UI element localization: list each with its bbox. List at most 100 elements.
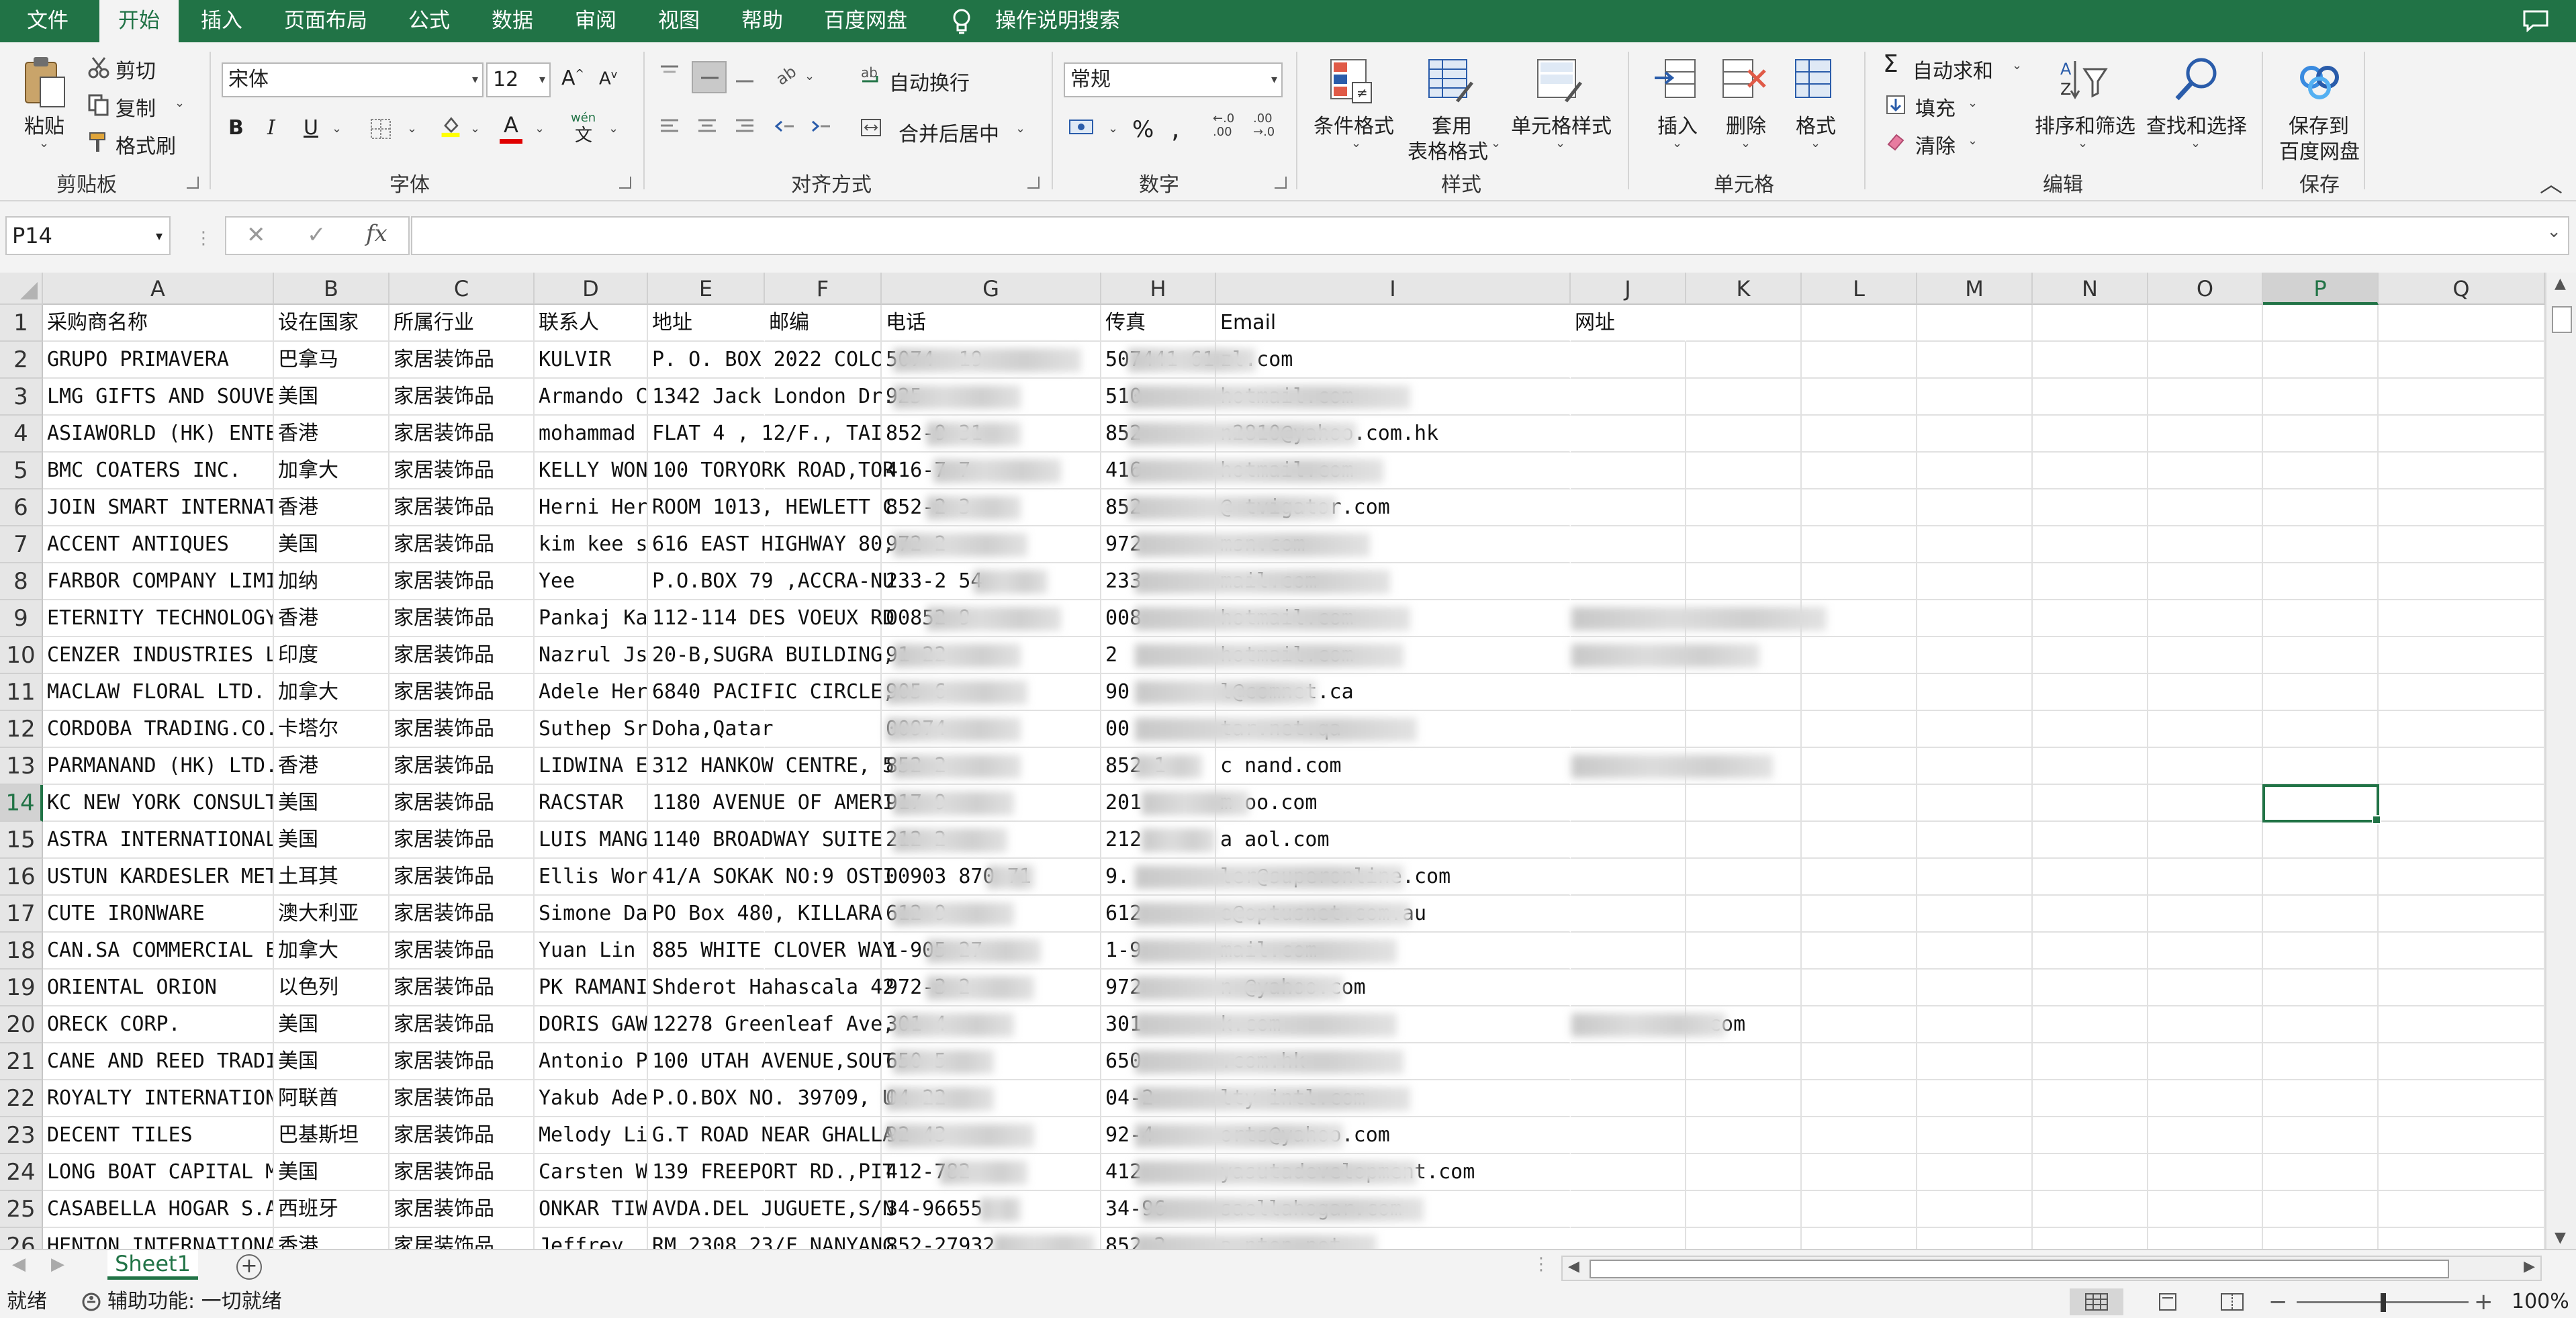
row-header[interactable]: 9 [0, 600, 43, 637]
empty-cell[interactable] [1686, 1228, 1802, 1249]
table-cell[interactable]: 家居装饰品 [389, 674, 535, 711]
align-bottom-icon[interactable] [733, 62, 756, 85]
table-cell[interactable]: 家居装饰品 [389, 416, 535, 453]
table-cell[interactable]: Shderot Hahascala 42 [648, 970, 894, 1006]
cut-button[interactable]: 剪切 [116, 54, 156, 84]
table-cell[interactable]: ACCENT ANTIQUES [43, 526, 274, 563]
table-cell[interactable]: Yuan Lin [535, 933, 648, 970]
autosum-dropdown[interactable]: ⌄ [2012, 58, 2022, 73]
table-cell[interactable]: 加拿大 [274, 933, 389, 970]
empty-cell[interactable] [1802, 1191, 1917, 1228]
table-cell[interactable]: 家居装饰品 [389, 1191, 535, 1228]
worksheet-grid[interactable]: A B C D E F G H I J K L M N O P Q 1 采购商名称 设在国家 所属行业 联系人 地址 邮编 电话… [0, 273, 2545, 1249]
percent-icon[interactable]: % [1132, 116, 1154, 143]
empty-cell[interactable] [2033, 970, 2148, 1006]
table-cell[interactable]: 印度 [274, 637, 389, 674]
row-header[interactable]: 6 [0, 489, 43, 526]
empty-cell[interactable] [1686, 416, 1802, 453]
tab-file[interactable]: 文件 [26, 0, 70, 42]
insert-cells-dropdown[interactable]: ⌄ [1672, 136, 1682, 150]
decrease-decimal-icon[interactable]: .00 →.0 [1253, 112, 1275, 139]
row-header[interactable]: 11 [0, 674, 43, 711]
tab-view[interactable]: 视图 [655, 0, 702, 42]
empty-cell[interactable] [1917, 600, 2033, 637]
empty-cell[interactable] [2263, 822, 2379, 859]
table-cell[interactable]: 139 FREEPORT RD.,PIT [648, 1154, 894, 1191]
empty-cell[interactable] [2263, 342, 2379, 379]
column-title-cell[interactable] [1686, 305, 1802, 342]
table-cell[interactable]: 家居装饰品 [389, 600, 535, 637]
column-header[interactable]: B [274, 273, 389, 305]
empty-cell[interactable] [2148, 896, 2263, 933]
column-header[interactable]: M [1917, 273, 2033, 305]
format-cells-icon[interactable] [1789, 56, 1837, 105]
table-cell[interactable]: 美国 [274, 1043, 389, 1080]
table-cell[interactable]: 6840 PACIFIC CIRCLE, [648, 674, 894, 711]
table-cell[interactable]: FARBOR COMPANY LIMIT [43, 563, 274, 600]
row-header[interactable]: 10 [0, 637, 43, 674]
align-center-icon[interactable] [696, 115, 719, 138]
empty-cell[interactable] [2148, 1006, 2263, 1043]
empty-cell[interactable] [2379, 1043, 2545, 1080]
empty-cell[interactable] [1802, 453, 1917, 489]
table-cell[interactable]: MACLAW FLORAL LTD. [43, 674, 274, 711]
empty-cell[interactable] [2263, 711, 2379, 748]
empty-cell[interactable] [1571, 674, 1686, 711]
fill-button[interactable]: 填充 [1915, 92, 1956, 122]
fill-color-dropdown[interactable]: ⌄ [470, 122, 480, 136]
empty-cell[interactable] [2148, 489, 2263, 526]
prev-sheet-icon[interactable]: ◀ [12, 1254, 26, 1274]
tab-page-layout[interactable]: 页面布局 [282, 0, 369, 42]
zoom-in-icon[interactable]: + [2474, 1286, 2493, 1318]
table-cell[interactable]: 1140 BROADWAY SUITE [648, 822, 882, 859]
normal-view-button[interactable] [2070, 1288, 2123, 1315]
empty-cell[interactable] [2379, 1117, 2545, 1154]
empty-cell[interactable] [1917, 933, 2033, 970]
table-cell[interactable]: 家居装饰品 [389, 970, 535, 1006]
empty-cell[interactable] [1686, 1043, 1802, 1080]
table-cell[interactable]: 家居装饰品 [389, 453, 535, 489]
empty-cell[interactable] [2033, 933, 2148, 970]
column-header[interactable]: N [2033, 273, 2148, 305]
empty-cell[interactable] [2379, 600, 2545, 637]
sort-filter-dropdown[interactable]: ⌄ [2078, 136, 2088, 150]
empty-cell[interactable] [1571, 526, 1686, 563]
table-cell[interactable]: m oo.com [1216, 785, 1571, 822]
font-launcher-icon[interactable] [619, 177, 631, 189]
merge-dropdown[interactable]: ⌄ [1015, 122, 1025, 136]
empty-cell[interactable] [2033, 600, 2148, 637]
empty-cell[interactable] [1917, 453, 2033, 489]
empty-cell[interactable] [1571, 563, 1686, 600]
table-cell[interactable]: Carsten W [535, 1154, 648, 1191]
tab-formulas[interactable]: 公式 [406, 0, 453, 42]
table-cell[interactable]: 112-114 DES VOEUX RD [648, 600, 894, 637]
autosum-icon[interactable]: Σ [1883, 50, 1898, 78]
empty-cell[interactable] [2263, 637, 2379, 674]
accessibility-icon[interactable] [79, 1291, 103, 1313]
table-cell[interactable]: 家居装饰品 [389, 1080, 535, 1117]
copy-icon[interactable] [87, 93, 110, 116]
column-title-cell[interactable] [1802, 305, 1917, 342]
table-cell[interactable]: RM 2308 23/F NANYANG [648, 1228, 894, 1249]
empty-cell[interactable] [2148, 1117, 2263, 1154]
table-cell[interactable]: 100 UTAH AVENUE,SOUT [648, 1043, 894, 1080]
empty-cell[interactable] [1802, 711, 1917, 748]
empty-cell[interactable] [2033, 1006, 2148, 1043]
table-cell[interactable]: AVDA.DEL JUGUETE,S/N [648, 1191, 894, 1228]
column-title-cell[interactable] [2263, 305, 2379, 342]
expand-formula-icon[interactable]: ⌄ [2546, 222, 2561, 242]
empty-cell[interactable] [1917, 416, 2033, 453]
table-cell[interactable]: PK RAMANI [535, 970, 648, 1006]
empty-cell[interactable] [2033, 1154, 2148, 1191]
row-header[interactable]: 15 [0, 822, 43, 859]
empty-cell[interactable] [1917, 859, 2033, 896]
table-cell[interactable]: 美国 [274, 822, 389, 859]
table-cell[interactable]: 美国 [274, 1006, 389, 1043]
empty-cell[interactable] [1686, 1154, 1802, 1191]
empty-cell[interactable] [1571, 342, 1686, 379]
orientation-dropdown[interactable]: ⌄ [804, 69, 815, 83]
tab-insert[interactable]: 插入 [196, 0, 247, 42]
empty-cell[interactable] [2379, 637, 2545, 674]
find-select-icon[interactable] [2170, 54, 2221, 105]
table-cell[interactable]: 1180 AVENUE OF AMERI [648, 785, 894, 822]
